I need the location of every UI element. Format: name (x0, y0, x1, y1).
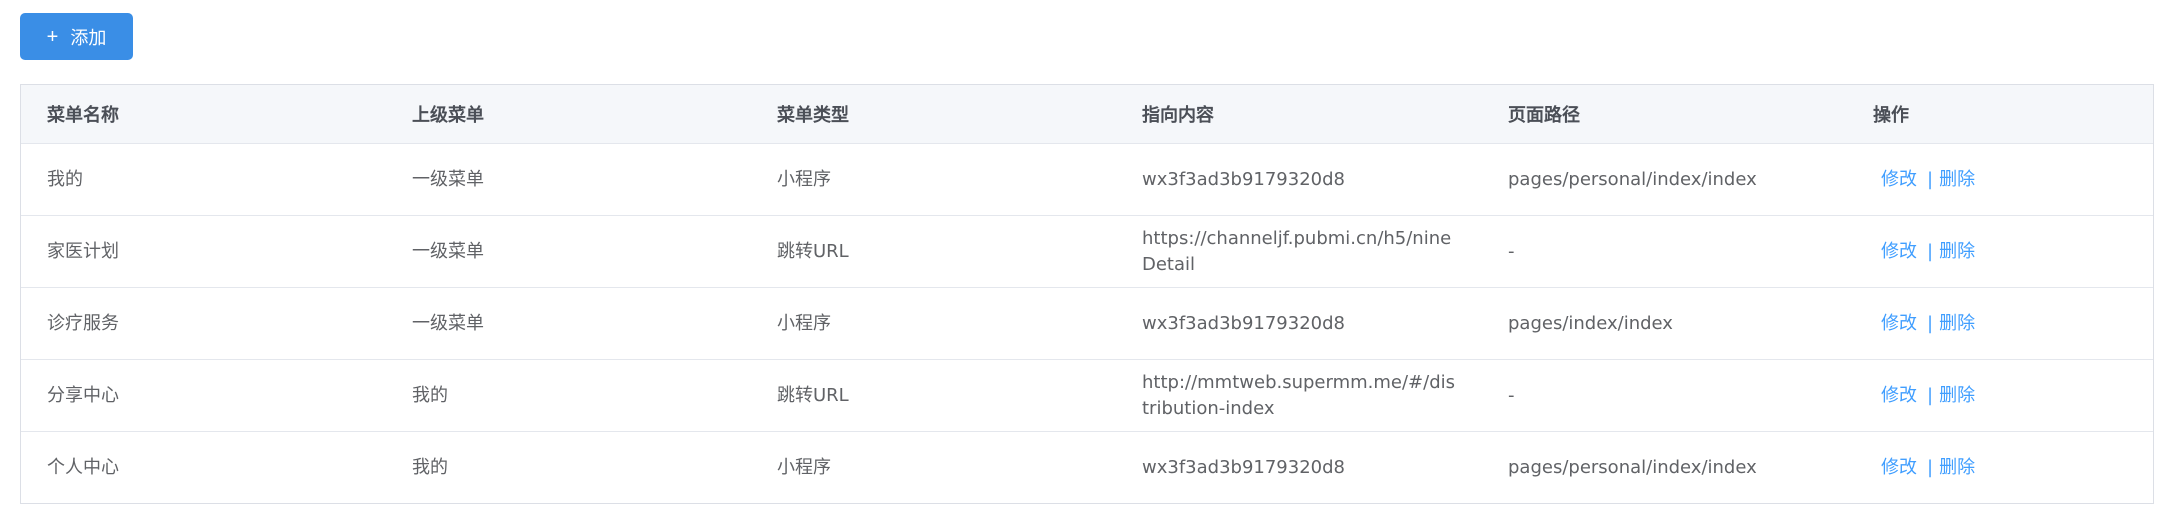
action-separator: | (1927, 168, 1934, 190)
cell-target: wx3f3ad3b9179320d8 (1116, 143, 1482, 216)
cell-menu-name: 个人中心 (47, 456, 119, 478)
row-actions: 修改 | 删除 (1873, 167, 1975, 193)
action-separator: | (1927, 384, 1934, 406)
edit-link[interactable]: 修改 (1881, 167, 1917, 193)
menu-management-page: + 添加 菜单名称 上级菜单 菜单类型 指向内容 页面路径 操作 我的 一级菜单… (0, 0, 2164, 515)
edit-link[interactable]: 修改 (1881, 455, 1917, 481)
action-separator: | (1927, 240, 1934, 262)
cell-actions: 修改 | 删除 (1847, 215, 2153, 288)
add-button-label: 添加 (70, 27, 107, 48)
cell-target: https://channeljf.pubmi.cn/h5/nineDetail (1116, 215, 1482, 288)
cell-target-text: wx3f3ad3b9179320d8 (1142, 168, 1345, 190)
cell-target-text: wx3f3ad3b9179320d8 (1142, 312, 1345, 334)
row-actions: 修改 | 删除 (1873, 383, 1975, 409)
delete-link[interactable]: 删除 (1939, 311, 1975, 337)
cell-parent-menu: 一级菜单 (386, 215, 751, 288)
cell-menu-type: 小程序 (751, 287, 1116, 360)
cell-menu-type: 跳转URL (751, 359, 1116, 432)
cell-actions: 修改 | 删除 (1847, 359, 2153, 432)
edit-link[interactable]: 修改 (1881, 239, 1917, 265)
table-row: 个人中心 我的 小程序 wx3f3ad3b9179320d8 pages/per… (21, 432, 2153, 504)
cell-page-path: pages/index/index (1482, 287, 1847, 360)
cell-page-path: pages/personal/index/index (1508, 456, 1757, 478)
column-header-menu-name: 菜单名称 (21, 85, 386, 144)
cell-menu-name: 诊疗服务 (21, 287, 386, 360)
cell-menu-name: 我的 (21, 143, 386, 216)
column-header-page-path: 页面路径 (1482, 85, 1847, 144)
column-header-actions: 操作 (1847, 85, 2153, 144)
cell-menu-type: 小程序 (751, 143, 1116, 216)
cell-page-path: - (1482, 359, 1847, 432)
cell-parent-menu: 一级菜单 (386, 143, 751, 216)
add-button[interactable]: + 添加 (20, 13, 133, 60)
action-separator: | (1927, 312, 1934, 334)
table-row: 诊疗服务 一级菜单 小程序 wx3f3ad3b9179320d8 pages/i… (21, 287, 2153, 360)
cell-actions: 修改 | 删除 (1847, 143, 2153, 216)
cell-parent-menu: 我的 (412, 456, 448, 478)
table-row: 分享中心 我的 跳转URL http://mmtweb.supermm.me/#… (21, 359, 2153, 432)
cell-target: wx3f3ad3b9179320d8 (1116, 287, 1482, 360)
cell-parent-menu: 我的 (386, 359, 751, 432)
cell-menu-name: 家医计划 (21, 215, 386, 288)
column-header-parent-menu: 上级菜单 (386, 85, 751, 144)
row-actions: 修改 | 删除 (1873, 311, 1975, 337)
cell-menu-type: 小程序 (777, 456, 831, 478)
cell-menu-type: 跳转URL (751, 215, 1116, 288)
delete-link[interactable]: 删除 (1939, 167, 1975, 193)
edit-link[interactable]: 修改 (1881, 311, 1917, 337)
table-header-row: 菜单名称 上级菜单 菜单类型 指向内容 页面路径 操作 (21, 85, 2153, 144)
table-row: 我的 一级菜单 小程序 wx3f3ad3b9179320d8 pages/per… (21, 143, 2153, 216)
action-separator: | (1927, 456, 1934, 478)
delete-link[interactable]: 删除 (1939, 239, 1975, 265)
plus-icon: + (46, 25, 59, 48)
cell-page-path: pages/personal/index/index (1482, 143, 1847, 216)
toolbar: + 添加 (20, 13, 133, 60)
cell-actions: 修改 | 删除 (1847, 287, 2153, 360)
delete-link[interactable]: 删除 (1939, 455, 1975, 481)
edit-link[interactable]: 修改 (1881, 383, 1917, 409)
table-row: 家医计划 一级菜单 跳转URL https://channeljf.pubmi.… (21, 215, 2153, 288)
menu-table: 菜单名称 上级菜单 菜单类型 指向内容 页面路径 操作 我的 一级菜单 小程序 … (20, 84, 2154, 504)
cell-page-path: - (1482, 215, 1847, 288)
column-header-target: 指向内容 (1116, 85, 1482, 144)
cell-target-text: https://channeljf.pubmi.cn/h5/nineDetail (1142, 227, 1452, 275)
cell-parent-menu: 一级菜单 (386, 287, 751, 360)
cell-actions: 修改 | 删除 (1847, 432, 2153, 504)
cell-target-text: wx3f3ad3b9179320d8 (1142, 456, 1345, 478)
delete-link[interactable]: 删除 (1939, 383, 1975, 409)
row-actions: 修改 | 删除 (1873, 455, 1975, 481)
column-header-menu-type: 菜单类型 (751, 85, 1116, 144)
cell-target: http://mmtweb.supermm.me/#/distribution-… (1116, 359, 1482, 432)
row-actions: 修改 | 删除 (1873, 239, 1975, 265)
cell-menu-name: 分享中心 (21, 359, 386, 432)
cell-target: wx3f3ad3b9179320d8 (1116, 432, 1482, 504)
cell-target-text: http://mmtweb.supermm.me/#/distribution-… (1142, 371, 1455, 419)
